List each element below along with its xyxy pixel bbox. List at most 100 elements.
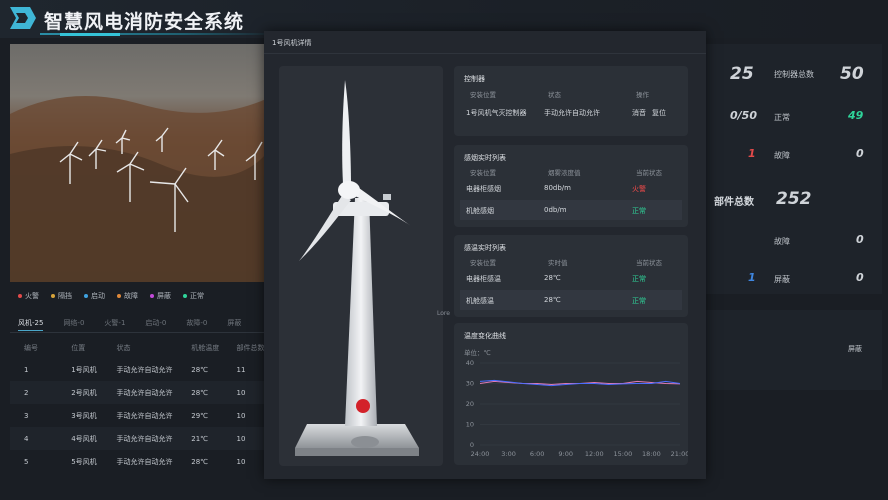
smoke-row[interactable]: 机舱感烟 0db/m 正常 (460, 200, 682, 220)
table-cell: 3号风机 (71, 411, 97, 420)
temp-title: 感温实时列表 (464, 244, 506, 252)
shield-label: 屏蔽 (774, 275, 790, 284)
y-tick-label: 0 (470, 441, 474, 449)
smoke-location: 机舱感烟 (466, 207, 494, 215)
smoke-title: 感烟实时列表 (464, 154, 506, 162)
x-tick-label: 6:00 (530, 450, 545, 458)
filter-tab[interactable]: 火警-1 (104, 318, 125, 331)
legend-item: 正常 (183, 291, 204, 301)
parts-total-label: 部件总数 (714, 197, 754, 208)
legend-label: 火警 (25, 292, 39, 300)
temp-state: 正常 (632, 275, 646, 283)
table-header-cell: 机舱温度 (191, 344, 220, 352)
legend-dot-icon (183, 294, 187, 298)
fire-count: 1 (748, 147, 756, 160)
filter-tab[interactable]: 屏蔽 (227, 318, 241, 331)
x-tick-label: 15:00 (613, 450, 632, 458)
mute-button[interactable]: 消音 (632, 108, 646, 118)
temp-row[interactable]: 机舱感温 28℃ 正常 (460, 290, 682, 310)
table-cell: 21℃ (191, 434, 209, 443)
table-cell: 3 (24, 411, 29, 420)
temp-line-chart: 0 10 20 30 40 24:00 3:00 6:00 9:00 12:00 15:00 18:0… (466, 359, 688, 458)
smoke-state: 正常 (632, 207, 646, 215)
table-cell: 2号风机 (71, 388, 97, 397)
filter-tab[interactable]: 故障-0 (186, 318, 207, 331)
legend-item: 火警 (18, 291, 39, 301)
legend-dot-icon (150, 294, 154, 298)
legend-dot-icon (18, 294, 22, 298)
legend-item: 故障 (117, 291, 138, 301)
modal-divider (264, 53, 706, 54)
smoke-value: 80db/m (544, 184, 571, 192)
temp-state: 正常 (632, 297, 646, 305)
temp-location: 机舱感温 (466, 297, 494, 305)
legend-label: 启动 (91, 292, 105, 300)
fault2-label: 故障 (774, 237, 790, 246)
x-tick-label: 9:00 (558, 450, 573, 458)
table-cell: 4号风机 (71, 434, 97, 443)
table-cell: 28℃ (191, 365, 209, 374)
controller-row: 1号风机气灭控制器 手动允许自动允许 消音 复位 (460, 102, 682, 122)
smoke-sensor-card: 感烟实时列表 安装位置 烟雾浓度值 当前状态 电器柜感烟 80db/m 火警 机… (454, 145, 688, 227)
legend-label: 隔挡 (58, 292, 72, 300)
controller-total-label: 控制器总数 (774, 70, 814, 79)
temp-sensor-card: 感温实时列表 安装位置 实时值 当前状态 电器柜感温 28℃ 正常 机舱感温 2… (454, 235, 688, 317)
app-title: 智慧风电消防安全系统 (44, 11, 245, 33)
legend-item: 屏蔽 (150, 291, 171, 301)
table-cell: 5号风机 (71, 457, 97, 466)
header-accent (60, 33, 120, 36)
x-tick-label: 18:00 (642, 450, 661, 458)
reset-button[interactable]: 复位 (652, 108, 666, 118)
col-header: 安装位置 (470, 259, 496, 267)
table-row[interactable]: 2 2号风机 手动允许自动允许 28℃ 10 (10, 381, 266, 404)
turbine-table: 编号 位置 状态 机舱温度 部件总数 1 1号风机 手动允许自动允许 28℃ 1… (10, 338, 266, 473)
table-cell: 2 (24, 388, 29, 397)
x-tick-label: 12:00 (585, 450, 604, 458)
legend-dot-icon (84, 294, 88, 298)
table-cell: 手动允许自动允许 (116, 388, 173, 397)
smoke-state: 火警 (632, 185, 646, 193)
table-cell: 28℃ (191, 457, 209, 466)
controller-total-value: 50 (840, 64, 864, 84)
col-header: 操作 (636, 91, 649, 99)
smoke-row[interactable]: 电器柜感烟 80db/m 火警 (460, 178, 682, 198)
table-cell: 11 (236, 365, 246, 374)
table-row[interactable]: 1 1号风机 手动允许自动允许 28℃ 11 (10, 358, 266, 381)
filter-tab[interactable]: 启动-0 (145, 318, 166, 331)
table-row[interactable]: 4 4号风机 手动允许自动允许 21℃ 10 (10, 427, 266, 450)
temp-value: 28℃ (544, 274, 561, 282)
fault-value: 0 (856, 147, 864, 160)
col-header: 安装位置 (470, 169, 496, 177)
smoke-value: 0db/m (544, 206, 567, 214)
legend-label: 正常 (190, 292, 204, 300)
legend-label: 故障 (124, 292, 138, 300)
table-row[interactable]: 5 5号风机 手动允许自动允许 28℃ 10 (10, 450, 266, 473)
temp-row[interactable]: 电器柜感温 28℃ 正常 (460, 268, 682, 288)
col-header: 实时值 (548, 259, 568, 267)
table-cell: 28℃ (191, 388, 209, 397)
controller-location: 1号风机气灭控制器 (466, 109, 527, 117)
table-header-cell: 位置 (71, 344, 86, 352)
table-row[interactable]: 3 3号风机 手动允许自动允许 29℃ 10 (10, 404, 266, 427)
table-cell: 手动允许自动允许 (116, 434, 173, 443)
table-cell: 1号风机 (71, 365, 97, 374)
y-tick-label: 40 (466, 359, 474, 367)
wind-farm-photo (10, 44, 266, 282)
app-logo-icon (10, 7, 36, 29)
temp-location: 电器柜感温 (466, 275, 501, 283)
table-cell: 4 (24, 434, 29, 443)
turbine-detail-modal: 1号风机详情 Lore 控制器 安装位置 状态 操作 1号风机气灭控制器 手动允… (264, 31, 706, 479)
col-header: 安装位置 (470, 91, 496, 99)
turbine-3d-view[interactable] (279, 66, 443, 466)
normal-value: 49 (848, 109, 864, 122)
table-cell: 5 (24, 457, 29, 466)
smoke-location: 电器柜感烟 (466, 185, 501, 193)
filter-tabs: 风机-25 网络-0 火警-1 启动-0 故障-0 屏蔽 (18, 318, 268, 331)
tabs-divider (10, 332, 266, 333)
table-cell: 10 (236, 457, 246, 466)
stat-ratio: 0/50 (730, 109, 757, 122)
filter-tab[interactable]: 风机-25 (18, 318, 44, 331)
filter-tab[interactable]: 网络-0 (63, 318, 84, 331)
modal-title: 1号风机详情 (272, 39, 312, 47)
turbine-model-illustration (295, 80, 419, 456)
